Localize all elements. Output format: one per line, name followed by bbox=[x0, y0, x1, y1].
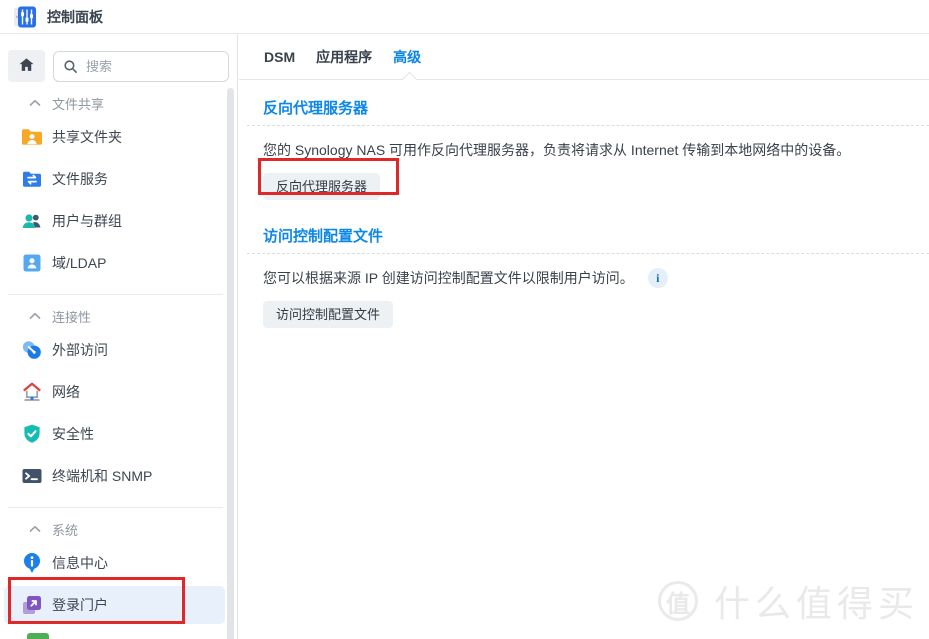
chevron-up-icon bbox=[29, 94, 41, 112]
group-label: 系统 bbox=[52, 520, 78, 539]
external-access-icon bbox=[20, 338, 44, 362]
security-shield-icon bbox=[20, 422, 44, 446]
section-access-control: 访问控制配置文件 您可以根据来源 IP 创建访问控制配置文件以限制用户访问。 i… bbox=[263, 225, 929, 328]
section-title: 反向代理服务器 bbox=[263, 97, 929, 118]
search-box bbox=[53, 51, 229, 82]
watermark-badge: 值 bbox=[658, 581, 698, 621]
section-divider bbox=[247, 125, 929, 126]
domain-ldap-icon bbox=[20, 251, 44, 275]
watermark-text: 什么值得买 bbox=[714, 575, 919, 627]
sidebar-item-label: 登录门户 bbox=[52, 595, 108, 615]
sidebar-item-label: 安全性 bbox=[52, 424, 94, 444]
sidebar-item-users-groups[interactable]: 用户与群组 bbox=[0, 200, 237, 242]
file-services-icon bbox=[20, 167, 44, 191]
sidebar-item-file-services[interactable]: 文件服务 bbox=[0, 158, 237, 200]
sidebar-item-info-center[interactable]: 信息中心 bbox=[0, 542, 237, 584]
section-description: 您的 Synology NAS 可用作反向代理服务器，负责将请求从 Intern… bbox=[263, 140, 850, 160]
section-reverse-proxy: 反向代理服务器 您的 Synology NAS 可用作反向代理服务器，负责将请求… bbox=[263, 97, 929, 200]
sidebar-item-terminal-snmp[interactable]: 终端机和 SNMP bbox=[0, 455, 237, 497]
window-header: 控制面板 bbox=[0, 0, 929, 34]
sidebar-item-login-portal[interactable]: 登录门户 bbox=[0, 584, 237, 626]
tab-applications[interactable]: 应用程序 bbox=[316, 47, 372, 67]
sidebar-item-domain-ldap[interactable]: 域/LDAP bbox=[0, 242, 237, 284]
window-title: 控制面板 bbox=[47, 7, 103, 27]
sidebar-item-label: 终端机和 SNMP bbox=[52, 466, 152, 486]
section-description: 您可以根据来源 IP 创建访问控制配置文件以限制用户访问。 bbox=[263, 268, 634, 288]
sidebar-item-network[interactable]: 网络 bbox=[0, 371, 237, 413]
home-button[interactable] bbox=[8, 50, 45, 82]
control-panel-icon bbox=[13, 5, 37, 29]
sidebar-item-label: 信息中心 bbox=[52, 553, 108, 573]
sidebar-item-label: 共享文件夹 bbox=[52, 127, 122, 147]
main-panel: DSM 应用程序 高级 反向代理服务器 您的 Synology NAS 可用作反… bbox=[239, 34, 929, 639]
access-control-button[interactable]: 访问控制配置文件 bbox=[263, 301, 393, 328]
sidebar-item-label: 文件服务 bbox=[52, 169, 108, 189]
tab-dsm[interactable]: DSM bbox=[264, 49, 295, 65]
sidebar-group-file-sharing[interactable]: 文件共享 bbox=[0, 90, 237, 116]
users-groups-icon bbox=[20, 209, 44, 233]
section-divider bbox=[247, 253, 929, 254]
terminal-snmp-icon bbox=[20, 464, 44, 488]
tab-bar: DSM 应用程序 高级 bbox=[239, 34, 929, 80]
info-center-icon bbox=[20, 551, 44, 575]
watermark: 值 什么值得买 bbox=[658, 575, 919, 627]
sidebar-item-shared-folders[interactable]: 共享文件夹 bbox=[0, 116, 237, 158]
section-title: 访问控制配置文件 bbox=[263, 225, 929, 246]
search-input[interactable] bbox=[53, 51, 229, 82]
group-label: 文件共享 bbox=[52, 94, 104, 113]
sidebar-item-security[interactable]: 安全性 bbox=[0, 413, 237, 455]
chevron-up-icon bbox=[29, 307, 41, 325]
sidebar-item-label: 外部访问 bbox=[52, 340, 108, 360]
partial-next-item-icon bbox=[27, 633, 49, 639]
sidebar-item-label: 域/LDAP bbox=[52, 253, 106, 273]
group-divider bbox=[8, 507, 223, 508]
sidebar-scrollbar[interactable] bbox=[227, 88, 234, 639]
sidebar: 文件共享 共享文件夹 文件服务 用户与群组 bbox=[0, 34, 238, 639]
home-icon bbox=[17, 55, 36, 77]
search-icon bbox=[62, 58, 79, 80]
group-divider bbox=[8, 294, 223, 295]
sidebar-item-label: 网络 bbox=[52, 382, 80, 402]
chevron-up-icon bbox=[29, 520, 41, 538]
tab-advanced[interactable]: 高级 bbox=[393, 47, 421, 67]
sidebar-group-system[interactable]: 系统 bbox=[0, 516, 237, 542]
shared-folder-icon bbox=[20, 125, 44, 149]
reverse-proxy-button[interactable]: 反向代理服务器 bbox=[263, 173, 380, 200]
login-portal-icon bbox=[20, 593, 44, 617]
sidebar-item-label: 用户与群组 bbox=[52, 211, 122, 231]
info-icon[interactable]: i bbox=[648, 268, 668, 288]
sidebar-item-external-access[interactable]: 外部访问 bbox=[0, 329, 237, 371]
group-label: 连接性 bbox=[52, 307, 91, 326]
sidebar-group-connectivity[interactable]: 连接性 bbox=[0, 303, 237, 329]
network-icon bbox=[20, 380, 44, 404]
